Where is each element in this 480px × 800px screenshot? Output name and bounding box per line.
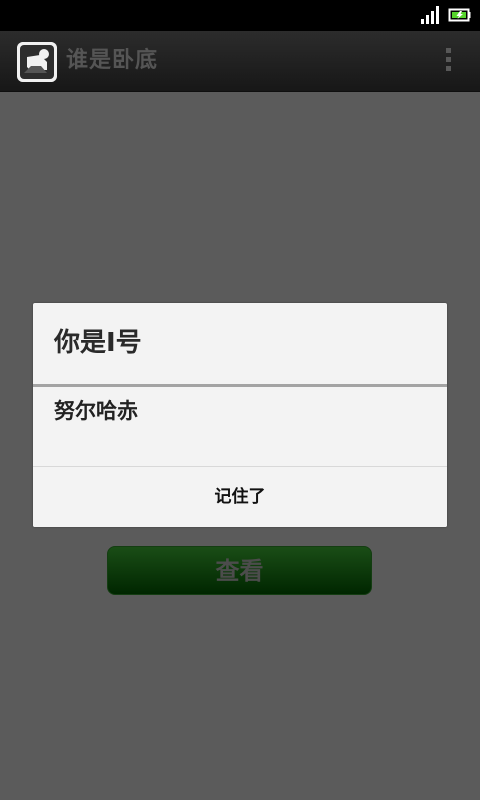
dialog-divider (33, 384, 447, 387)
overflow-menu-icon[interactable] (444, 48, 452, 76)
app-title: 谁是卧底 (66, 48, 159, 73)
view-button[interactable]: 查看 (107, 546, 372, 595)
dialog-message: 努尔哈赤 (54, 399, 138, 423)
identity-dialog: 你是I号 努尔哈赤 记住了 (33, 303, 447, 527)
dialog-title: 你是I号 (54, 328, 142, 358)
signal-strength-icon (421, 6, 439, 24)
remember-button[interactable]: 记住了 (33, 467, 447, 527)
action-bar: 谁是卧底 (0, 31, 480, 92)
app-logo-icon[interactable] (17, 42, 57, 82)
dialog-title-area: 你是I号 (33, 303, 447, 384)
screen: 谁是卧底 查看 你是I号 努尔哈赤 记住了 (0, 0, 480, 800)
battery-charging-icon (448, 8, 471, 22)
status-bar (0, 0, 480, 31)
